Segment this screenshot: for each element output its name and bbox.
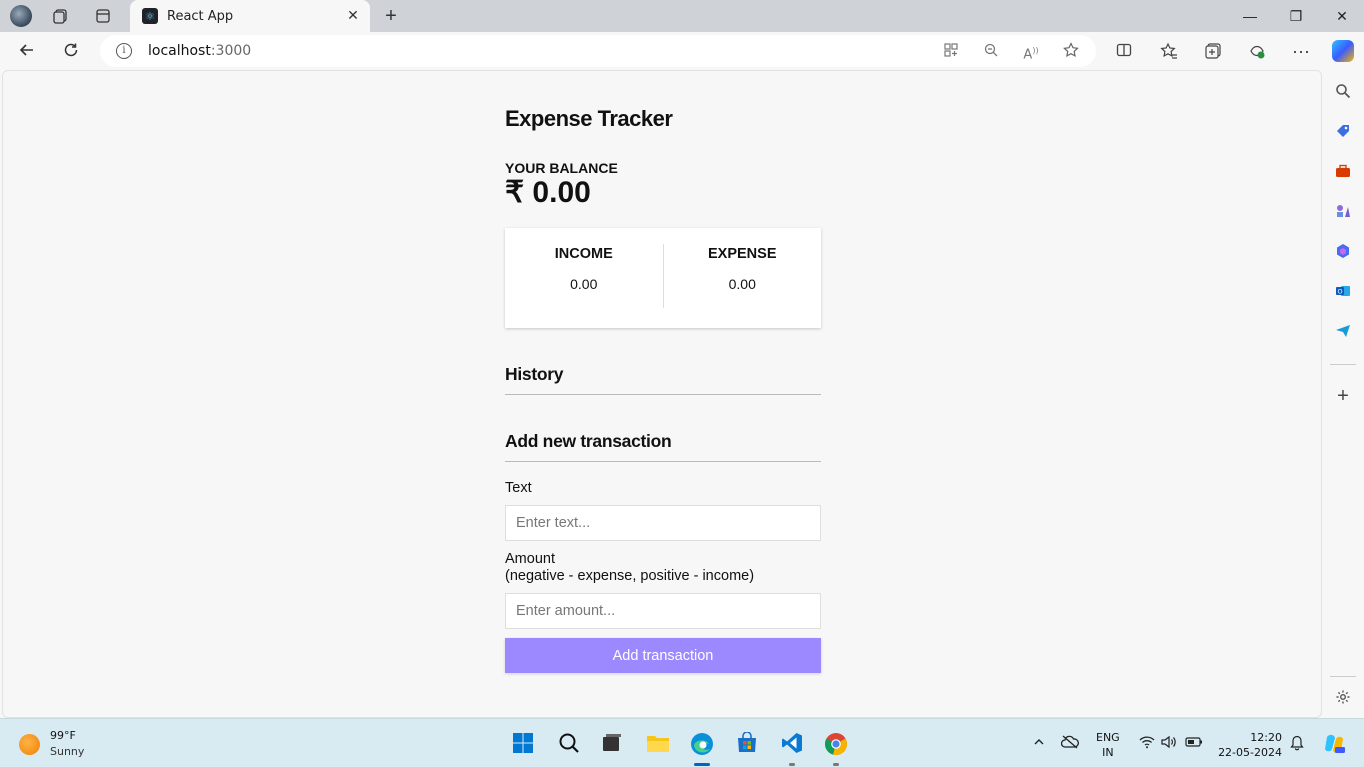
outlook-icon[interactable]: O bbox=[1334, 283, 1352, 301]
copilot-icon[interactable] bbox=[1332, 40, 1354, 62]
chrome-icon[interactable] bbox=[824, 732, 848, 756]
microsoft-365-icon[interactable] bbox=[1334, 243, 1352, 261]
close-window-button[interactable]: ✕ bbox=[1332, 6, 1352, 26]
amount-hint: (negative - expense, positive - income) bbox=[505, 568, 755, 584]
income-expense-card: INCOME 0.00 EXPENSE 0.00 bbox=[505, 228, 821, 328]
weather-condition[interactable]: Sunny bbox=[50, 745, 84, 758]
amount-label: Amount bbox=[505, 551, 555, 567]
address-bar[interactable]: i localhost:3000 A)) bbox=[100, 35, 1096, 67]
vscode-running-indicator bbox=[789, 763, 795, 766]
show-hidden-icons-chevron-up-icon[interactable] bbox=[1030, 735, 1048, 753]
tab-react-app[interactable]: ⚛ React App ✕ bbox=[130, 0, 370, 32]
restore-button[interactable]: ❐ bbox=[1286, 6, 1306, 26]
windows-start-icon[interactable] bbox=[511, 732, 535, 756]
sidebar-divider bbox=[1330, 364, 1356, 365]
search-icon[interactable] bbox=[1334, 83, 1352, 101]
zoom-out-icon[interactable] bbox=[982, 42, 1000, 60]
url-text[interactable]: localhost:3000 bbox=[148, 43, 251, 59]
site-info-icon[interactable]: i bbox=[116, 43, 132, 59]
taskbar-search-icon[interactable] bbox=[557, 732, 581, 756]
file-explorer-icon[interactable] bbox=[646, 732, 670, 756]
balance-value: ₹ 0.00 bbox=[505, 176, 591, 209]
favorites-icon[interactable] bbox=[1159, 42, 1179, 62]
games-icon[interactable] bbox=[1334, 203, 1352, 221]
weather-temperature[interactable]: 99°F bbox=[50, 729, 76, 742]
add-app-icon[interactable]: + bbox=[1334, 386, 1352, 406]
edge-browser-icon[interactable] bbox=[690, 732, 714, 756]
shopping-tag-icon[interactable] bbox=[1334, 123, 1352, 141]
refresh-icon[interactable] bbox=[61, 41, 81, 61]
chrome-running-indicator bbox=[833, 763, 839, 766]
sun-weather-icon[interactable] bbox=[19, 734, 40, 755]
page-viewport: Expense Tracker YOUR BALANCE ₹ 0.00 INCO… bbox=[2, 70, 1322, 718]
task-view-icon[interactable] bbox=[600, 732, 624, 756]
onedrive-offline-icon[interactable] bbox=[1060, 735, 1079, 753]
balance-label: YOUR BALANCE bbox=[505, 160, 618, 176]
workspaces-icon[interactable] bbox=[51, 6, 71, 26]
system-clock[interactable]: 12:20 22-05-2024 bbox=[1216, 730, 1282, 760]
income-value: 0.00 bbox=[570, 276, 598, 292]
expense-column: EXPENSE 0.00 bbox=[664, 228, 822, 328]
react-favicon-icon: ⚛ bbox=[142, 8, 158, 24]
edge-sidebar: O + bbox=[1322, 70, 1364, 718]
new-tab-button[interactable]: + bbox=[381, 5, 401, 27]
app-available-icon[interactable] bbox=[942, 42, 960, 60]
history-heading: History bbox=[505, 364, 821, 395]
page-title: Expense Tracker bbox=[505, 106, 673, 131]
tab-close-icon[interactable]: ✕ bbox=[344, 7, 362, 25]
add-transaction-button[interactable]: Add transaction bbox=[505, 638, 821, 673]
add-transaction-heading: Add new transaction bbox=[505, 431, 821, 462]
windows-taskbar: 99°F Sunny ENG IN 12:20 22-05-2024 bbox=[0, 718, 1364, 767]
income-column: INCOME 0.00 bbox=[505, 228, 663, 328]
settings-more-icon[interactable]: ⋯ bbox=[1291, 42, 1311, 62]
sidebar-divider bbox=[1330, 676, 1356, 677]
notifications-bell-icon[interactable] bbox=[1288, 735, 1306, 753]
browser-essentials-icon[interactable] bbox=[1247, 42, 1267, 62]
amount-input[interactable] bbox=[505, 593, 821, 629]
text-input[interactable] bbox=[505, 505, 821, 541]
browser-toolbar: i localhost:3000 A)) ⋯ bbox=[0, 32, 1364, 70]
edge-active-indicator bbox=[694, 763, 710, 766]
expense-value: 0.00 bbox=[728, 276, 756, 292]
tab-actions-icon[interactable] bbox=[93, 6, 113, 26]
copilot-preview-icon[interactable] bbox=[1323, 733, 1345, 755]
sidebar-settings-gear-icon[interactable] bbox=[1334, 689, 1352, 707]
language-indicator[interactable]: ENG IN bbox=[1096, 730, 1120, 760]
microsoft-store-icon[interactable] bbox=[735, 731, 759, 756]
svg-text:O: O bbox=[1337, 288, 1342, 296]
tab-title: React App bbox=[167, 8, 234, 24]
collections-icon[interactable] bbox=[1203, 42, 1223, 62]
volume-icon[interactable] bbox=[1160, 735, 1178, 753]
income-label: INCOME bbox=[554, 246, 613, 262]
battery-icon[interactable] bbox=[1185, 735, 1203, 753]
minimize-button[interactable]: — bbox=[1240, 6, 1260, 26]
vscode-icon[interactable] bbox=[780, 732, 804, 756]
wifi-icon[interactable] bbox=[1138, 735, 1156, 753]
expense-label: EXPENSE bbox=[708, 246, 777, 262]
browser-tab-bar: ⚛ React App ✕ + — ❐ ✕ bbox=[0, 0, 1364, 32]
split-screen-icon[interactable] bbox=[1114, 42, 1134, 62]
text-label: Text bbox=[505, 480, 532, 496]
send-telegram-icon[interactable] bbox=[1334, 323, 1352, 341]
back-arrow-icon[interactable] bbox=[17, 41, 37, 61]
read-aloud-icon[interactable]: A)) bbox=[1022, 42, 1040, 62]
favorite-star-icon[interactable] bbox=[1062, 42, 1080, 60]
profile-avatar-icon[interactable] bbox=[10, 5, 32, 27]
tools-briefcase-icon[interactable] bbox=[1334, 163, 1352, 181]
